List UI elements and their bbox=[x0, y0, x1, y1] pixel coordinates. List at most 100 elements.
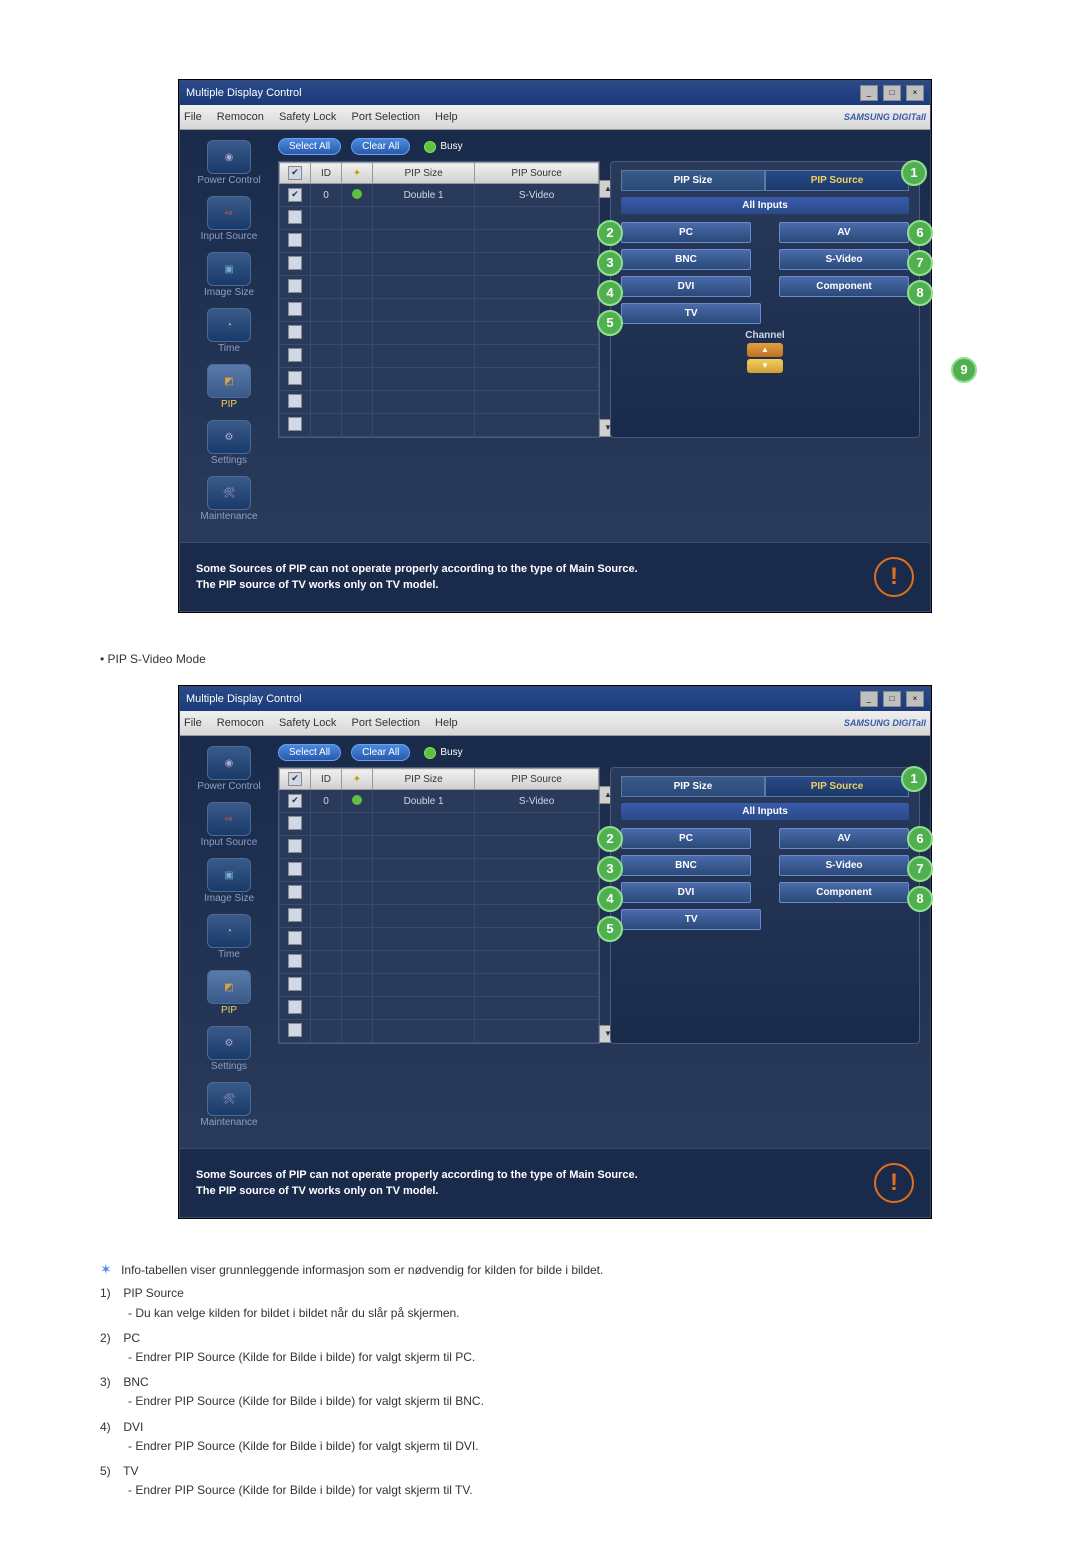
svideo-button[interactable]: S-Video bbox=[779, 249, 909, 270]
dvi-button[interactable]: DVI bbox=[621, 276, 751, 297]
maximize-button[interactable]: □ bbox=[883, 691, 901, 707]
close-button[interactable]: × bbox=[906, 691, 924, 707]
table-row[interactable] bbox=[280, 230, 599, 253]
col-pip-source[interactable]: PIP Source bbox=[475, 163, 599, 184]
table-row[interactable]: 0 Double 1 S-Video bbox=[280, 184, 599, 207]
table-row[interactable] bbox=[280, 813, 599, 836]
channel-spinner: ▲ ▼ 9 bbox=[621, 343, 909, 373]
table-row[interactable] bbox=[280, 391, 599, 414]
table-row[interactable] bbox=[280, 997, 599, 1020]
table-row[interactable] bbox=[280, 207, 599, 230]
table-row[interactable] bbox=[280, 905, 599, 928]
component-button[interactable]: Component bbox=[779, 882, 909, 903]
menu-help[interactable]: Help bbox=[435, 717, 458, 729]
table-row[interactable] bbox=[280, 368, 599, 391]
table-row[interactable] bbox=[280, 836, 599, 859]
pc-button[interactable]: PC bbox=[621, 222, 751, 243]
tab-pip-source[interactable]: PIP Source bbox=[765, 776, 909, 797]
all-inputs-header: All Inputs bbox=[621, 803, 909, 820]
sidebar-item-maintenance[interactable]: 🛠 Maintenance bbox=[184, 476, 274, 522]
table-row[interactable] bbox=[280, 882, 599, 905]
select-all-button[interactable]: Select All bbox=[278, 744, 341, 761]
busy-dot-icon bbox=[424, 747, 436, 759]
callout-2: 2 bbox=[597, 826, 623, 852]
av-button[interactable]: AV bbox=[779, 222, 909, 243]
select-all-button[interactable]: Select All bbox=[278, 138, 341, 155]
menu-remocon[interactable]: Remocon bbox=[217, 111, 264, 123]
table-row[interactable] bbox=[280, 859, 599, 882]
dvi-button[interactable]: DVI bbox=[621, 882, 751, 903]
table-row[interactable] bbox=[280, 299, 599, 322]
sidebar-item-power-control[interactable]: ◉Power Control bbox=[184, 746, 274, 792]
col-pip-size[interactable]: PIP Size bbox=[373, 163, 475, 184]
menu-file[interactable]: File bbox=[184, 717, 202, 729]
sidebar-item-settings[interactable]: ⚙Settings bbox=[184, 1026, 274, 1072]
sidebar-item-power-control[interactable]: ◉ Power Control bbox=[184, 140, 274, 186]
svideo-button[interactable]: S-Video bbox=[779, 855, 909, 876]
av-button[interactable]: AV bbox=[779, 828, 909, 849]
maximize-button[interactable]: □ bbox=[883, 85, 901, 101]
clear-all-button[interactable]: Clear All bbox=[351, 744, 410, 761]
bnc-button[interactable]: BNC bbox=[621, 249, 751, 270]
minimize-button[interactable]: _ bbox=[860, 85, 878, 101]
bnc-button[interactable]: BNC bbox=[621, 855, 751, 876]
pip-icon: ◩ bbox=[224, 376, 233, 387]
col-pip-size[interactable]: PIP Size bbox=[373, 769, 475, 790]
col-check[interactable] bbox=[280, 163, 311, 184]
channel-down-button[interactable]: ▼ bbox=[747, 359, 783, 373]
tab-pip-size[interactable]: PIP Size bbox=[621, 170, 765, 191]
sidebar-item-label: Maintenance bbox=[200, 511, 257, 522]
sidebar-item-settings[interactable]: ⚙ Settings bbox=[184, 420, 274, 466]
col-status[interactable]: ✦ bbox=[342, 769, 373, 790]
channel-up-button[interactable]: ▲ bbox=[747, 343, 783, 357]
table-row[interactable] bbox=[280, 322, 599, 345]
col-check[interactable] bbox=[280, 769, 311, 790]
list-item: 2) PC - Endrer PIP Source (Kilde for Bil… bbox=[100, 1329, 1010, 1367]
table-row[interactable] bbox=[280, 345, 599, 368]
row-check[interactable] bbox=[288, 794, 302, 808]
table-row[interactable] bbox=[280, 1020, 599, 1043]
table-row[interactable] bbox=[280, 253, 599, 276]
sidebar-item-input-source[interactable]: ⇨Input Source bbox=[184, 802, 274, 848]
col-pip-source[interactable]: PIP Source bbox=[475, 769, 599, 790]
col-status[interactable]: ✦ bbox=[342, 163, 373, 184]
table-row[interactable] bbox=[280, 928, 599, 951]
pip-panel: 1 PIP Size PIP Source All Inputs 2 PC bbox=[610, 161, 920, 438]
col-id[interactable]: ID bbox=[311, 163, 342, 184]
pc-button[interactable]: PC bbox=[621, 828, 751, 849]
sidebar-item-time[interactable]: ◔ Time bbox=[184, 308, 274, 354]
col-id[interactable]: ID bbox=[311, 769, 342, 790]
table-row[interactable]: 0 Double 1 S-Video bbox=[280, 790, 599, 813]
menu-safety-lock[interactable]: Safety Lock bbox=[279, 717, 336, 729]
sidebar-item-maintenance[interactable]: 🛠Maintenance bbox=[184, 1082, 274, 1128]
menu-port-selection[interactable]: Port Selection bbox=[351, 717, 419, 729]
menu-remocon[interactable]: Remocon bbox=[217, 717, 264, 729]
menu-help[interactable]: Help bbox=[435, 111, 458, 123]
clear-all-button[interactable]: Clear All bbox=[351, 138, 410, 155]
tv-button[interactable]: TV bbox=[621, 909, 761, 930]
table-row[interactable] bbox=[280, 951, 599, 974]
window-title: Multiple Display Control bbox=[186, 87, 302, 99]
sidebar-item-image-size[interactable]: ▣Image Size bbox=[184, 858, 274, 904]
tab-pip-source[interactable]: PIP Source bbox=[765, 170, 909, 191]
tv-button[interactable]: TV bbox=[621, 303, 761, 324]
callout-1: 1 bbox=[901, 766, 927, 792]
footer-line-1: Some Sources of PIP can not operate prop… bbox=[196, 561, 638, 578]
sidebar-item-pip[interactable]: ◩ PIP bbox=[184, 364, 274, 410]
sidebar-item-input-source[interactable]: ⇨ Input Source bbox=[184, 196, 274, 242]
component-button[interactable]: Component bbox=[779, 276, 909, 297]
row-check[interactable] bbox=[288, 188, 302, 202]
sidebar-item-image-size[interactable]: ▣ Image Size bbox=[184, 252, 274, 298]
close-button[interactable]: × bbox=[906, 85, 924, 101]
sidebar-item-label: Time bbox=[218, 343, 240, 354]
table-row[interactable] bbox=[280, 974, 599, 997]
sidebar-item-pip[interactable]: ◩PIP bbox=[184, 970, 274, 1016]
minimize-button[interactable]: _ bbox=[860, 691, 878, 707]
tab-pip-size[interactable]: PIP Size bbox=[621, 776, 765, 797]
table-row[interactable] bbox=[280, 276, 599, 299]
table-row[interactable] bbox=[280, 414, 599, 437]
menu-port-selection[interactable]: Port Selection bbox=[351, 111, 419, 123]
sidebar-item-time[interactable]: ◔Time bbox=[184, 914, 274, 960]
menu-file[interactable]: File bbox=[184, 111, 202, 123]
menu-safety-lock[interactable]: Safety Lock bbox=[279, 111, 336, 123]
